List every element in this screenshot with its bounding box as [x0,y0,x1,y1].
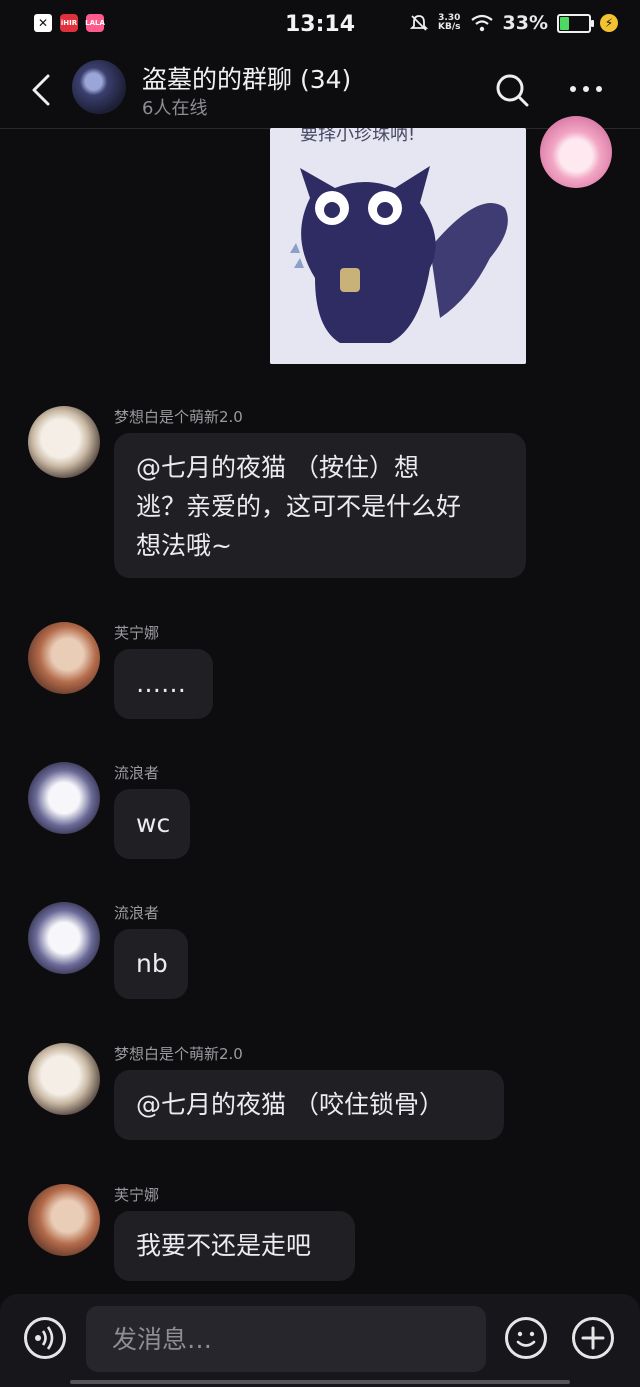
status-right: 3.30 KB/s 33% ⚡ [409,12,618,34]
message-input[interactable] [86,1306,486,1372]
emoji-icon[interactable] [505,1317,547,1359]
avatar[interactable] [28,1043,100,1115]
message-bubble[interactable]: wc [114,789,190,859]
net-speed: 3.30 KB/s [438,13,461,32]
message-bubble[interactable]: …… [114,649,213,719]
charging-icon: ⚡ [600,14,618,32]
mute-icon [409,15,429,31]
avatar[interactable] [28,406,100,478]
input-bar [0,1294,640,1387]
sender-name: 梦想白是个萌新2.0 [114,408,243,426]
sender-name: 芙宁娜 [114,624,160,642]
chat-header: 盗墓的的群聊 (34) 6人在线 [0,50,640,129]
self-avatar[interactable] [540,116,612,188]
avatar[interactable] [28,622,100,694]
voice-icon[interactable] [24,1317,66,1359]
avatar[interactable] [28,762,100,834]
wifi-icon [470,14,493,32]
more-icon[interactable] [570,80,610,98]
status-bar: ✕ iHIR LALA 13:14 3.30 KB/s 33% ⚡ [0,0,640,50]
sender-name: 梦想白是个萌新2.0 [114,1045,243,1063]
plus-icon[interactable] [572,1317,614,1359]
sender-name: 流浪者 [114,764,160,782]
voice-waves-icon [35,1326,54,1350]
sender-name: 芙宁娜 [114,1186,160,1204]
sender-name: 流浪者 [114,904,160,922]
battery-fill [560,16,569,30]
online-count: 6人在线 [142,98,208,119]
sticker-cat-image: 要择小珍珠呐! [270,128,526,364]
sticker-message[interactable]: 要择小珍珠呐! [270,128,526,364]
home-indicator[interactable] [70,1380,570,1384]
avatar[interactable] [28,1184,100,1256]
battery-icon [557,13,594,33]
search-icon[interactable] [494,72,530,108]
message-bubble[interactable]: @七月的夜猫 （按住）想 逃？亲爱的，这可不是什么好 想法哦~ [114,433,526,578]
sticker-caption: 要择小珍珠呐! [300,128,415,145]
message-bubble[interactable]: 我要不还是走吧 [114,1211,355,1281]
message-bubble[interactable]: nb [114,929,188,999]
group-title[interactable]: 盗墓的的群聊 (34) [142,60,351,96]
message-bubble[interactable]: @七月的夜猫 （咬住锁骨） [114,1070,504,1140]
smile-icon [516,1331,536,1347]
avatar[interactable] [28,902,100,974]
group-avatar[interactable] [72,60,126,114]
add-icon [581,1326,605,1350]
back-icon[interactable] [28,72,56,108]
battery-percent: 33% [502,12,548,34]
